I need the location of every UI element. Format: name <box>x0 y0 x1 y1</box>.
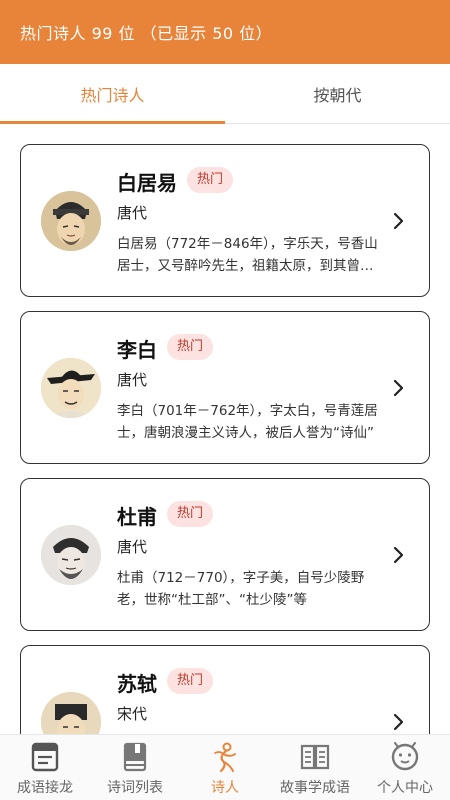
poet-icon <box>209 741 241 773</box>
nav-story-idioms[interactable]: 故事学成语 <box>270 735 360 800</box>
poet-dynasty: 唐代 <box>117 538 148 556</box>
nav-label: 个人中心 <box>377 780 433 796</box>
bottom-navigation: 成语接龙 诗词列表 诗人 故事学成语 个人中心 <box>0 734 450 800</box>
nav-label: 诗人 <box>211 780 239 796</box>
tab-by-dynasty[interactable]: 按朝代 <box>225 64 450 123</box>
nav-label: 诗词列表 <box>107 780 163 796</box>
poet-portrait <box>41 692 101 734</box>
top-bar: 热门诗人 99 位 （已显示 50 位） <box>0 0 450 64</box>
poet-list[interactable]: 白居易 热门 唐代 白居易（772年－846年），字乐天，号香山居士，又号醉吟先… <box>0 124 450 734</box>
nav-idiom-chain[interactable]: 成语接龙 <box>0 735 90 800</box>
hot-badge: 热门 <box>167 334 214 360</box>
nav-profile[interactable]: 个人中心 <box>360 735 450 800</box>
poet-name: 杜甫 <box>117 505 157 529</box>
idiom-chain-icon <box>29 741 61 773</box>
open-book-icon <box>299 741 331 773</box>
poet-portrait <box>41 191 101 251</box>
poet-description: 白居易（772年－846年），字乐天，号香山居士，又号醉吟先生，祖籍太原，到其曾… <box>117 236 378 274</box>
chevron-right-icon <box>389 543 409 567</box>
poet-description: 杜甫（712－770），字子美，自号少陵野老，世称“杜工部”、“杜少陵”等 <box>117 570 365 608</box>
hot-badge: 热门 <box>187 167 234 193</box>
hot-badge: 热门 <box>167 668 214 694</box>
poet-portrait <box>41 525 101 585</box>
poet-description: 李白（701年－762年），字太白，号青莲居士，唐朝浪漫主义诗人，被后人誉为“诗… <box>117 403 378 441</box>
poet-card[interactable]: 白居易 热门 唐代 白居易（772年－846年），字乐天，号香山居士，又号醉吟先… <box>20 144 430 297</box>
chevron-right-icon <box>389 209 409 233</box>
poet-dynasty: 唐代 <box>117 371 148 389</box>
poet-card[interactable]: 苏轼 热门 宋代 <box>20 645 430 734</box>
profile-face-icon <box>389 741 421 773</box>
poet-dynasty: 唐代 <box>117 204 148 222</box>
hot-badge: 热门 <box>167 501 214 527</box>
nav-label: 故事学成语 <box>280 780 350 796</box>
chevron-right-icon <box>389 376 409 400</box>
chevron-right-icon <box>389 710 409 734</box>
nav-poem-list[interactable]: 诗词列表 <box>90 735 180 800</box>
poet-name: 李白 <box>117 338 157 362</box>
book-icon <box>119 741 151 773</box>
page-title: 热门诗人 99 位 （已显示 50 位） <box>20 24 273 43</box>
nav-label: 成语接龙 <box>17 780 73 796</box>
poet-name: 白居易 <box>117 171 177 195</box>
poet-card[interactable]: 杜甫 热门 唐代 杜甫（712－770），字子美，自号少陵野老，世称“杜工部”、… <box>20 478 430 631</box>
tab-bar: 热门诗人 按朝代 <box>0 64 450 124</box>
poet-dynasty: 宋代 <box>117 705 148 723</box>
poet-portrait <box>41 358 101 418</box>
tab-hot-poets[interactable]: 热门诗人 <box>0 64 225 124</box>
poet-card[interactable]: 李白 热门 唐代 李白（701年－762年），字太白，号青莲居士，唐朝浪漫主义诗… <box>20 311 430 464</box>
nav-poets[interactable]: 诗人 <box>180 735 270 800</box>
poet-name: 苏轼 <box>117 672 157 696</box>
